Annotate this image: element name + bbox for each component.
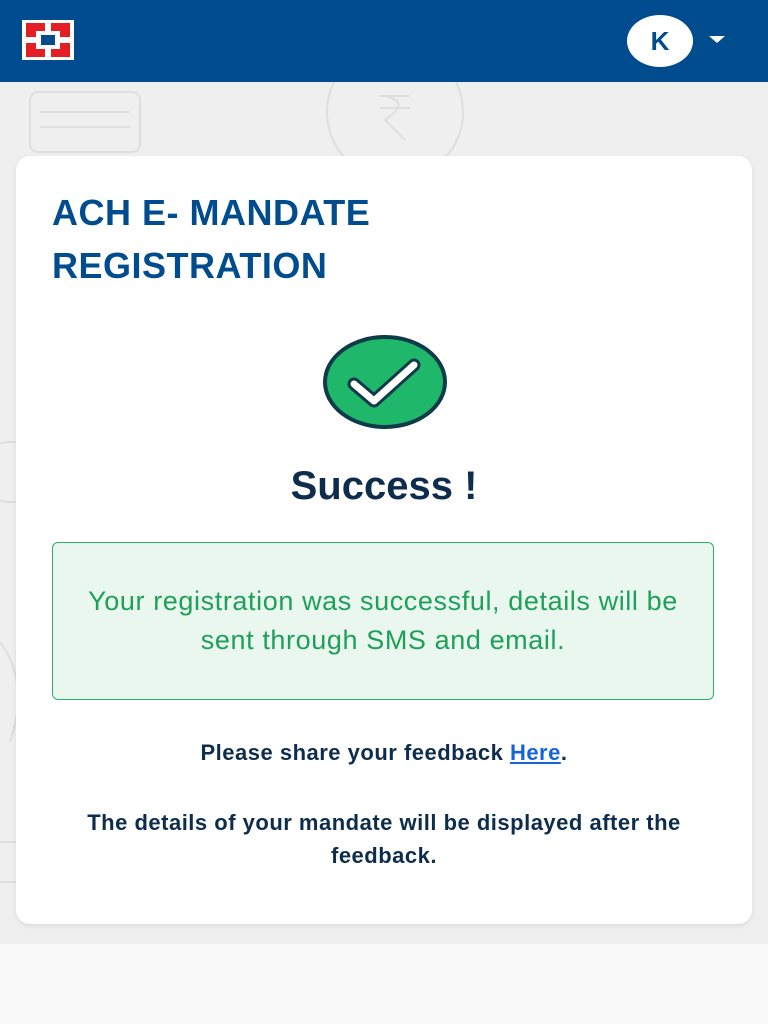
feedback-line: Please share your feedback Here. xyxy=(16,740,752,766)
page-title: ACH E- MANDATE REGISTRATION xyxy=(52,186,572,292)
title-line-1: ACH E- MANDATE xyxy=(52,192,371,233)
success-message: Your registration was successful, detail… xyxy=(88,586,678,655)
mandate-result-card: ACH E- MANDATE REGISTRATION Success ! Yo… xyxy=(16,156,752,924)
status-title: Success ! xyxy=(290,464,478,508)
title-line-2: REGISTRATION xyxy=(52,245,328,286)
feedback-suffix: . xyxy=(560,740,568,765)
feedback-link[interactable]: Here xyxy=(510,740,561,765)
feedback-prefix: Please share your feedback xyxy=(200,740,510,765)
user-avatar[interactable]: K xyxy=(627,15,693,67)
page-footer-blank xyxy=(0,944,768,1024)
bank-logo-icon xyxy=(22,20,74,60)
success-message-box: Your registration was successful, detail… xyxy=(52,542,714,700)
top-app-bar: K xyxy=(0,0,768,82)
check-circle-icon xyxy=(323,335,447,429)
caret-down-icon[interactable] xyxy=(709,36,725,43)
mandate-details-note: The details of your mandate will be disp… xyxy=(87,810,681,868)
